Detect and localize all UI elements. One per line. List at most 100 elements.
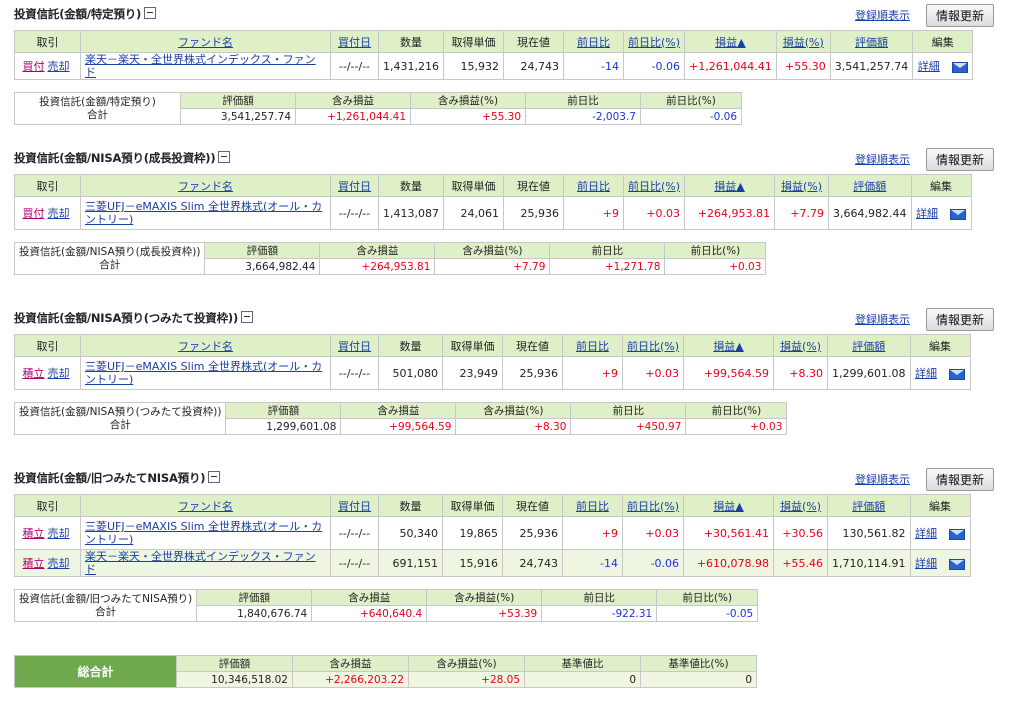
column-header[interactable]: 損益▲ [684,30,777,53]
column-header[interactable]: 損益▲ [683,494,775,517]
fund-name-link[interactable]: 楽天－楽天・全世界株式インデックス・ファンド [85,551,316,576]
column-header[interactable]: 買付日 [330,30,379,53]
sort-order-link[interactable]: 登録順表示 [855,7,910,23]
column-header[interactable]: ファンド名 [80,174,331,197]
collapse-icon[interactable] [218,151,231,163]
section-header: 投資信託(金額/NISA預り(成長投資枠)) 登録順表示 情報更新 [14,148,994,174]
column-header[interactable]: 前日比 [562,174,624,197]
fund-name-link[interactable]: 三菱UFJ－eMAXIS Slim 全世界株式(オール・カントリー) [85,520,322,546]
mail-icon[interactable] [949,528,966,540]
subtotal-column-header: 前日比 [570,402,687,419]
subtotal-column-header: 評価額 [180,92,296,109]
detail-link[interactable]: 詳細 [915,557,937,570]
grand-total-profit-loss-pct: +28.05 [408,671,525,688]
holdings-table: 取引 ファンド名 買付日 数量 取得単価 現在値 前日比 前日比(%) 損益▲ 損益(%) 評価額編… [14,494,971,577]
column-header[interactable]: 前日比(%) [622,174,686,197]
subtotal-column-header: 前日比 [525,92,641,109]
subtotal-total-label: 合計 [87,108,108,121]
column-header[interactable]: ファンド名 [80,494,331,517]
refresh-button[interactable]: 情報更新 [926,4,994,27]
column-header[interactable]: 前日比(%) [621,494,685,517]
buy-link[interactable]: 買付 [23,60,45,73]
sell-link[interactable]: 売却 [48,367,70,380]
sell-link[interactable]: 売却 [48,60,70,73]
mail-icon[interactable] [949,558,966,570]
column-header: 数量 [378,174,444,197]
detail-link[interactable]: 詳細 [915,527,937,540]
column-header[interactable]: 損益(%) [775,30,831,53]
subtotal-column-header: 含み損益 [311,589,428,606]
buy-link[interactable]: 積立 [23,557,45,570]
section-title: 投資信託(金額/NISA預り(つみたて投資枠)) [14,310,254,326]
column-header[interactable]: 買付日 [330,334,379,357]
column-header[interactable]: 前日比(%) [622,30,686,53]
column-header[interactable]: 評価額 [829,30,914,53]
profit-loss: +99,564.59 [683,356,775,390]
column-header[interactable]: 評価額 [827,494,911,517]
column-header[interactable]: ファンド名 [80,30,331,53]
subtotal-value: 3,664,982.44 [204,258,321,275]
subtotal-profit-loss: +1,261,044.41 [295,108,411,125]
section-title: 投資信託(金額/旧つみたてNISA預り) [14,470,221,486]
detail-link[interactable]: 詳細 [915,367,937,380]
purchase-date: --/--/-- [330,196,379,230]
column-header[interactable]: 前日比 [562,494,623,517]
subtotal-day-change: +450.97 [570,418,687,435]
mail-icon[interactable] [951,61,968,73]
quantity: 50,340 [378,516,443,550]
detail-link[interactable]: 詳細 [916,207,938,220]
subtotal-label-cell: 投資信託(金額/NISA預り(成長投資枠)) 合計 [13,242,206,275]
holdings-table: 取引 ファンド名 買付日 数量 取得単価 現在値 前日比 前日比(%) 損益▲ 損益(%) 評価額編… [14,174,972,230]
column-header[interactable]: 買付日 [330,494,379,517]
sort-order-link[interactable]: 登録順表示 [855,151,910,167]
buy-link[interactable]: 買付 [23,207,45,220]
sort-order-link[interactable]: 登録順表示 [855,311,910,327]
column-header[interactable]: 前日比 [562,334,623,357]
column-header[interactable]: 損益(%) [773,334,829,357]
subtotal-day-change-pct: +0.03 [685,418,788,435]
column-header[interactable]: 前日比(%) [621,334,685,357]
sell-link[interactable]: 売却 [48,527,70,540]
table-header-row: 取引 ファンド名 買付日 数量 取得単価 現在値 前日比 前日比(%) 損益▲ 損益(%) 評価額編… [14,334,971,357]
fund-name-link[interactable]: 楽天－楽天・全世界株式インデックス・ファンド [85,54,316,79]
collapse-icon[interactable] [241,311,254,323]
purchase-date: --/--/-- [330,549,379,577]
column-header[interactable]: 評価額 [827,334,911,357]
column-header[interactable]: 損益(%) [774,174,830,197]
column-header[interactable]: 評価額 [828,174,912,197]
sell-link[interactable]: 売却 [48,207,70,220]
current-price: 24,743 [502,549,563,577]
grand-total-label: 総合計 [14,655,177,688]
subtotal-column-header: 前日比 [549,242,666,259]
collapse-icon[interactable] [208,471,221,483]
refresh-button[interactable]: 情報更新 [926,148,994,171]
refresh-button[interactable]: 情報更新 [926,468,994,491]
refresh-button[interactable]: 情報更新 [926,308,994,331]
collapse-icon[interactable] [144,7,157,19]
sell-link[interactable]: 売却 [48,557,70,570]
subtotal-value: 1,299,601.08 [225,418,342,435]
unit-cost: 15,916 [442,549,503,577]
unit-cost: 19,865 [442,516,503,550]
column-header[interactable]: ファンド名 [80,334,331,357]
fund-cell: 楽天－楽天・全世界株式インデックス・ファンド [80,549,331,577]
subtotal-column-header: 含み損益(%) [434,242,551,259]
column-header[interactable]: 買付日 [330,174,379,197]
mail-icon[interactable] [949,368,966,380]
table-row: 買付 売却 三菱UFJ－eMAXIS Slim 全世界株式(オール・カントリー) … [14,196,972,230]
column-header[interactable]: 損益▲ [683,334,775,357]
edit-cell: 詳細 [909,356,971,390]
column-header[interactable]: 損益(%) [773,494,829,517]
fund-name-link[interactable]: 三菱UFJ－eMAXIS Slim 全世界株式(オール・カントリー) [85,360,322,386]
sort-order-link[interactable]: 登録順表示 [855,471,910,487]
column-header[interactable]: 前日比 [562,30,624,53]
day-change-pct: +0.03 [622,196,686,230]
mail-icon[interactable] [950,208,967,220]
trade-cell: 積立 売却 [14,356,81,390]
buy-link[interactable]: 積立 [23,527,45,540]
buy-link[interactable]: 積立 [23,367,45,380]
column-header[interactable]: 損益▲ [684,174,776,197]
fund-name-link[interactable]: 三菱UFJ－eMAXIS Slim 全世界株式(オール・カントリー) [85,200,322,226]
detail-link[interactable]: 詳細 [918,60,940,73]
grand-total-header-row: 総合計 評価額 含み損益 含み損益(%) 基準値比 基準値比(%) [14,655,757,688]
